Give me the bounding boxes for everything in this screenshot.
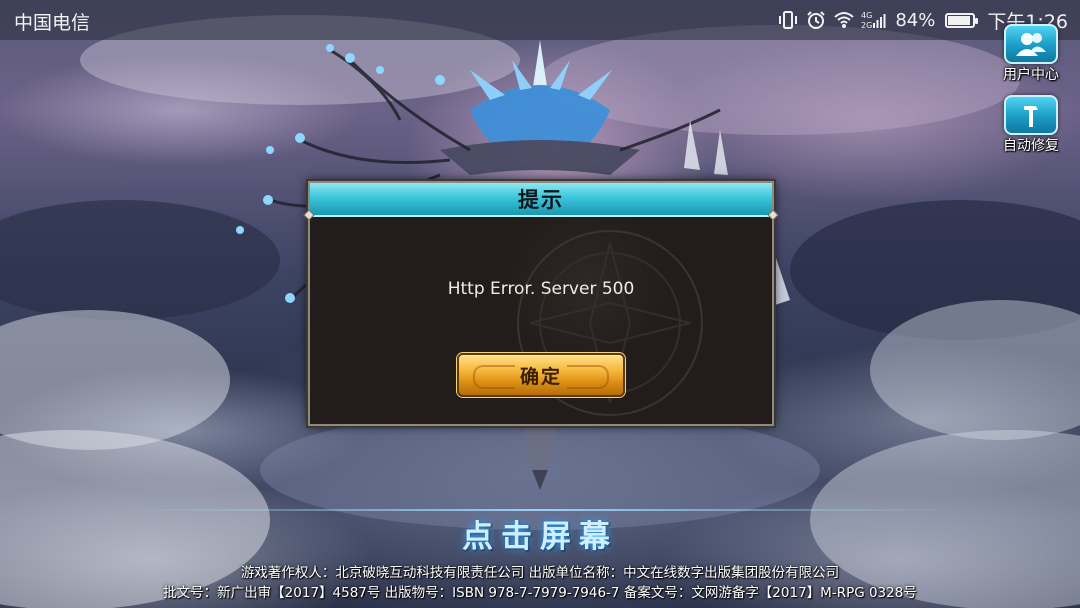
- user-center-label: 用户中心: [1003, 67, 1059, 83]
- svg-text:2G: 2G: [861, 21, 872, 30]
- confirm-button-label: 确定: [519, 365, 562, 388]
- auto-repair-label: 自动修复: [1003, 138, 1059, 154]
- signal-4g-icon: 4G 2G: [861, 11, 886, 30]
- publication-info-line: 批文号：新广出审【2017】4587号 出版物号：ISBN 978-7-7979…: [163, 585, 917, 601]
- wifi-icon: [834, 12, 854, 28]
- dialog-message: Http Error. Server 500: [447, 279, 635, 299]
- dialog-title: 提示: [518, 188, 564, 212]
- tap-screen-prompt[interactable]: 点击屏幕: [0, 511, 1080, 556]
- hammer-icon: [1004, 95, 1058, 135]
- copyright-line: 游戏著作权人：北京破晓互动科技有限责任公司 出版单位名称：中文在线数字出版集团股…: [240, 565, 840, 581]
- svg-text:4G: 4G: [861, 11, 872, 20]
- battery-icon: [945, 12, 979, 28]
- dialog-header: 提示: [310, 183, 772, 217]
- vibrate-icon: [779, 11, 798, 29]
- users-icon: [1004, 24, 1058, 64]
- alarm-icon: [807, 11, 826, 29]
- carrier-name: 中国电信: [14, 12, 91, 34]
- auto-repair-button[interactable]: 自动修复: [996, 95, 1066, 155]
- error-dialog: 提示 Http Error. Server 500 确定: [303, 181, 779, 426]
- status-bar: 中国电信 4G 2G 84% 下午1:26: [0, 0, 1080, 40]
- user-center-button[interactable]: 用户中心: [996, 24, 1066, 84]
- battery-percent: 84%: [895, 9, 936, 31]
- confirm-button[interactable]: 确定: [457, 353, 625, 397]
